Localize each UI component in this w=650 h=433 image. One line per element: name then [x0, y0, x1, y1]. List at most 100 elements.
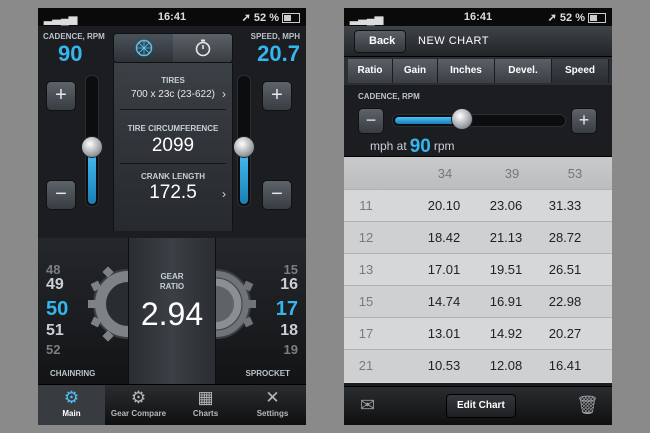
sprocket-number[interactable]: 18	[280, 322, 298, 340]
cadence-slider-handle[interactable]	[451, 108, 473, 130]
cadence-decrease-button[interactable]: −	[358, 108, 384, 134]
tab-main[interactable]: ⚙ Main	[38, 385, 105, 425]
battery-icon	[282, 13, 300, 24]
gear-ratio-label: GEAR	[160, 272, 184, 281]
row-cog: 12	[358, 230, 374, 245]
table-cell: 20.10	[427, 198, 461, 213]
stopwatch-icon[interactable]	[173, 34, 232, 62]
location-icon: ➚	[241, 12, 251, 24]
column-header: 53	[567, 166, 583, 181]
chainring-number[interactable]: 52	[46, 342, 60, 357]
trash-icon[interactable]: 🗑	[576, 395, 599, 416]
sprocket-number[interactable]: 19	[284, 342, 298, 357]
cadence-decrease-button[interactable]: −	[46, 180, 76, 210]
gear-ratio-value: 2.94	[140, 296, 204, 332]
table-cell: 21.13	[489, 230, 523, 245]
back-button[interactable]: Back	[354, 30, 407, 53]
tab-label: Settings	[256, 409, 289, 418]
row-cog: 13	[358, 262, 374, 277]
chainring-number[interactable]: 51	[46, 322, 64, 340]
chart-icon: ▦	[197, 388, 214, 407]
status-right: ➚ 52 %	[242, 11, 300, 24]
tires-label: TIRES	[161, 76, 185, 85]
speed-at-cadence: mph at 90 rpm	[370, 136, 455, 158]
speed-value: 20.7	[257, 41, 300, 66]
row-cog: 11	[359, 198, 373, 213]
speed-label: SPEED, MPH	[250, 32, 300, 41]
status-right: ➚ 52 %	[548, 11, 606, 24]
row-cog: 17	[358, 326, 374, 341]
table-cell: 18.42	[427, 230, 461, 245]
tires-value: 700 x 23c (23-622)	[131, 89, 215, 100]
nav-bar: Back NEW CHART	[344, 26, 612, 57]
table-header: 34 39 53	[344, 157, 612, 189]
tab-charts[interactable]: ▦ Charts	[172, 385, 239, 425]
sprocket-number[interactable]: 16	[280, 276, 298, 294]
main-screen: ▂▃▄▅ 16:41 ➚ 52 % CADENCE, RPM 90 SPEED,…	[38, 8, 306, 425]
mode-toggle	[113, 33, 233, 63]
tab-label: Main	[62, 409, 81, 418]
table-row: 15 14.74 16.91 22.98	[344, 285, 612, 318]
crank-length-value: 172.5	[149, 182, 197, 203]
speed-decrease-button[interactable]: −	[262, 180, 292, 210]
sprocket-number[interactable]: 15	[284, 262, 298, 277]
segment-speed[interactable]: Speed	[552, 59, 609, 83]
rpm-suffix: rpm	[433, 139, 455, 153]
cadence-label: CADENCE, RPM	[358, 92, 420, 101]
location-icon: ➚	[547, 12, 557, 24]
cadence-label: CADENCE, RPM	[43, 32, 105, 41]
segment-inches[interactable]: Inches	[438, 59, 495, 83]
chainring-number[interactable]: 50	[46, 298, 68, 321]
table-cell: 20.27	[548, 326, 582, 341]
battery-icon	[588, 13, 606, 24]
cadence-increase-button[interactable]: +	[571, 108, 597, 134]
rpm-prefix: mph at	[370, 139, 407, 153]
divider	[120, 109, 226, 110]
gear-ratio-label: RATIO	[159, 282, 185, 291]
row-cog: 21	[358, 358, 374, 373]
edit-chart-button[interactable]: Edit Chart	[446, 394, 516, 418]
chainring-icon	[88, 266, 134, 342]
segment-devel[interactable]: Devel.	[495, 59, 552, 83]
table-cell: 13.01	[427, 326, 461, 341]
circumference-value: 2099	[151, 135, 195, 156]
tab-label: Gear Compare	[110, 409, 167, 418]
tab-settings[interactable]: ✕ Settings	[239, 385, 306, 425]
wheel-icon[interactable]	[114, 34, 173, 62]
cadence-value: 90	[58, 41, 83, 66]
cadence-increase-button[interactable]: +	[46, 81, 76, 111]
battery-percent: 52 %	[559, 12, 585, 24]
segment-ratio[interactable]: Ratio	[348, 59, 393, 83]
column-header: 34	[437, 166, 453, 181]
circumference-label: TIRE CIRCUMFERENCE	[127, 124, 219, 133]
segment-gain[interactable]: Gain	[393, 59, 438, 83]
table-cell: 17.01	[427, 262, 461, 277]
cadence-slider[interactable]	[392, 114, 566, 127]
row-cog: 15	[358, 294, 374, 309]
table-cell: 31.33	[548, 198, 582, 213]
gear-selector: 48 49 50 51 52 15 16 17 18 19 GEAR RATIO 2.94 CH…	[38, 238, 306, 384]
column-header: 39	[504, 166, 520, 181]
speed-increase-button[interactable]: +	[262, 81, 292, 111]
speed-slider-handle[interactable]	[233, 136, 255, 158]
gears-compare-icon: ⚙	[130, 388, 147, 407]
rpm-value: 90	[409, 136, 431, 157]
chevron-right-icon: ›	[222, 187, 226, 201]
table-row: 11 20.10 23.06 31.33	[344, 189, 612, 222]
cassette-icon	[210, 269, 256, 339]
bottom-toolbar: ✉ Edit Chart 🗑	[344, 386, 612, 425]
chainring-number[interactable]: 49	[46, 276, 64, 294]
bike-settings-panel: TIRES 700 x 23c (23-622) › TIRE CIRCUMFE…	[113, 63, 233, 231]
chainring-number[interactable]: 48	[46, 262, 60, 277]
sprocket-number[interactable]: 17	[276, 298, 298, 321]
cadence-slider-handle[interactable]	[81, 136, 103, 158]
tab-label: Charts	[192, 409, 219, 418]
email-icon[interactable]: ✉	[360, 395, 375, 416]
table-cell: 23.06	[489, 198, 523, 213]
table-cell: 12.08	[489, 358, 523, 373]
chart-type-segments: Ratio Gain Inches Devel. Speed	[344, 57, 612, 85]
divider	[120, 163, 226, 164]
table-cell: 28.72	[548, 230, 582, 245]
tab-gear-compare[interactable]: ⚙ Gear Compare	[105, 385, 172, 425]
gear-icon: ⚙	[63, 388, 80, 407]
